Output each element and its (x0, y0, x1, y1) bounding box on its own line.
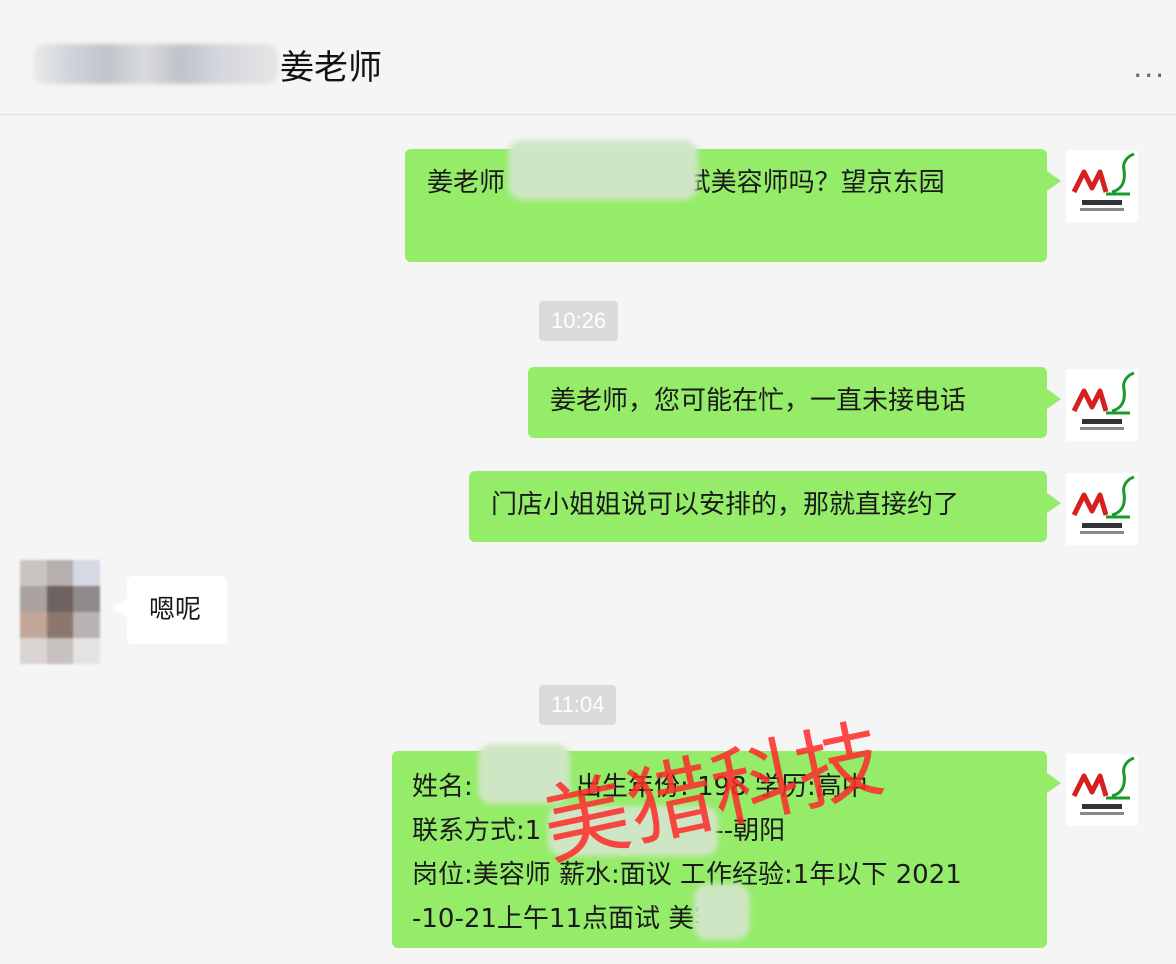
more-options-button[interactable]: ... (1133, 54, 1166, 82)
ml-logo-icon (1071, 475, 1135, 534)
redaction-blur (508, 140, 698, 200)
incoming-message[interactable]: 嗯呢 (113, 576, 227, 644)
ml-logo-icon (1071, 371, 1135, 430)
chat-header: 姜老师 ... (0, 0, 1176, 115)
redacted-name (34, 44, 278, 84)
ml-logo-icon (1071, 152, 1135, 211)
outgoing-message[interactable]: 门店小姐姐说可以安排的，那就直接约了 (469, 471, 1061, 542)
self-avatar[interactable] (1066, 473, 1138, 545)
message-text: 姜老师，您可能在忙，一直未接电话 (550, 386, 967, 416)
timestamp: 11:04 (539, 685, 617, 725)
message-text: 门店小姐姐说可以安排的，那就直接约了 (491, 490, 960, 520)
outgoing-message[interactable]: 姜老师 上 11点可以面试美容师吗？望京东园 (405, 149, 1061, 262)
self-avatar[interactable] (1066, 369, 1138, 441)
self-avatar[interactable] (1066, 150, 1138, 222)
chat-title: 姜老师 (280, 48, 382, 88)
self-avatar[interactable] (1066, 754, 1138, 826)
timestamp: 10:26 (539, 301, 619, 341)
ml-logo-icon (1071, 756, 1135, 815)
outgoing-message[interactable]: 姜老师，您可能在忙，一直未接电话 (528, 367, 1061, 438)
redaction-blur (694, 884, 750, 940)
message-text: 嗯呢 (149, 595, 202, 625)
contact-avatar[interactable] (20, 560, 100, 664)
